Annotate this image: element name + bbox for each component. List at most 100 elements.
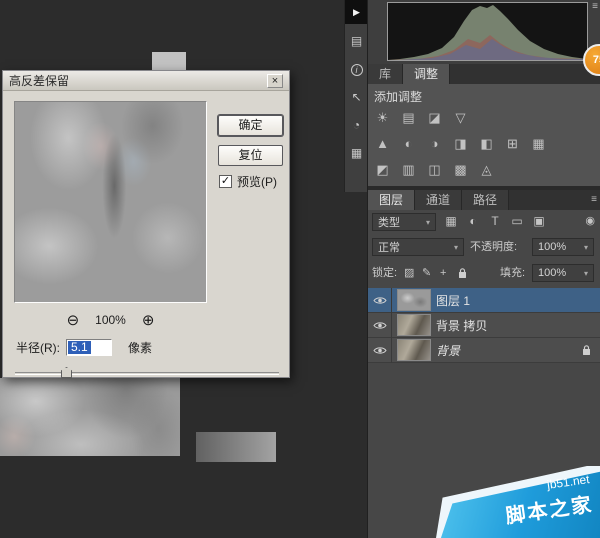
filter-smart-objects-icon[interactable]: ▣ <box>530 214 548 228</box>
zoom-controls: ⊖ 100% ⊕ <box>14 311 207 329</box>
radius-row: 半径(R): 5.1 像素 <box>16 339 152 356</box>
info-panel-icon[interactable]: i <box>345 58 368 80</box>
lock-label: 锁定: <box>372 267 398 279</box>
preview-image <box>15 102 206 302</box>
watermark: jb51.net 脚本之家 <box>436 466 600 538</box>
filter-preview[interactable] <box>14 101 207 303</box>
color-balance-icon[interactable]: ◑ <box>425 134 444 153</box>
filter-toggle-icon[interactable]: ◉ <box>585 214 595 227</box>
close-icon[interactable]: × <box>267 73 283 88</box>
lock-image-icon[interactable]: ✎ <box>422 264 431 282</box>
levels-icon[interactable]: ▤ <box>399 108 418 127</box>
chevron-down-icon: ▾ <box>425 217 430 227</box>
canvas-image-fragment <box>0 378 180 456</box>
preview-checkbox-row[interactable]: ✓ 预览(P) <box>219 173 277 190</box>
clone-source-panel-icon[interactable]: ◔ <box>345 114 368 136</box>
tab-adjustments[interactable]: 调整 <box>403 64 451 84</box>
lock-position-icon[interactable]: + <box>440 264 446 282</box>
layer-comps-panel-icon[interactable]: ▦ <box>345 142 368 164</box>
radius-value: 5.1 <box>68 341 91 354</box>
panel-menu-icon[interactable]: ≡ <box>592 1 598 12</box>
chevron-down-icon: ▾ <box>453 242 458 252</box>
fill-value[interactable]: 100% ▾ <box>532 264 594 282</box>
zoom-in-icon[interactable]: ⊕ <box>142 311 155 329</box>
checkbox-checked-icon[interactable]: ✓ <box>219 175 232 188</box>
opacity-label: 不透明度: <box>470 241 518 253</box>
filter-kind-dropdown[interactable]: 类型 ▾ <box>372 213 436 231</box>
photo-filter-icon[interactable]: ◧ <box>477 134 496 153</box>
exposure-icon[interactable]: ▽ <box>451 108 470 127</box>
ok-button[interactable]: 确定 <box>218 115 283 136</box>
canvas-gradient-fragment <box>196 432 276 462</box>
layer-row[interactable]: 图层 1 <box>368 287 600 313</box>
zoom-out-icon[interactable]: ⊖ <box>67 311 80 329</box>
filter-adjustment-layers-icon[interactable]: ◐ <box>464 214 482 228</box>
high-pass-dialog: 高反差保留 × 确定 复位 ✓ 预览(P) ⊖ 100% ⊕ 半径(R): 5.… <box>2 70 290 378</box>
panel-dock: ▶ ▤ i ↖ ◔ ▦ <box>344 0 368 192</box>
lock-transparency-icon[interactable]: ▨ <box>404 264 414 282</box>
posterize-icon[interactable]: ▥ <box>399 160 418 179</box>
radius-input[interactable]: 5.1 <box>66 339 112 356</box>
badge-value: 75 <box>592 54 600 66</box>
histogram-panel-icon[interactable]: ▤ <box>345 30 368 52</box>
layers-channels-paths-tabbar: 图层 通道 路径 ≡ <box>368 190 600 210</box>
histogram-panel: ≡ <box>368 0 600 64</box>
opacity-value-text: 100% <box>538 241 567 253</box>
curves-icon[interactable]: ◪ <box>425 108 444 127</box>
library-adjustments-tabbar: 库 调整 ≡ <box>368 64 600 84</box>
radius-slider-thumb[interactable] <box>61 367 72 378</box>
tab-layers[interactable]: 图层 <box>368 190 416 210</box>
filter-pixel-layers-icon[interactable]: ▦ <box>442 214 460 228</box>
reset-button[interactable]: 复位 <box>218 145 283 166</box>
filter-type-layers-icon[interactable]: T <box>486 214 504 228</box>
adjustment-icon-row: ☀ ▤ ◪ ▽ <box>373 108 470 127</box>
black-white-icon[interactable]: ◨ <box>451 134 470 153</box>
radius-slider-track[interactable] <box>15 372 279 375</box>
vibrance-icon[interactable]: ▲ <box>373 134 392 153</box>
gradient-map-icon[interactable]: ▩ <box>451 160 470 179</box>
selective-color-icon[interactable]: ◬ <box>477 160 496 179</box>
visibility-toggle[interactable] <box>368 312 392 338</box>
dialog-titlebar[interactable]: 高反差保留 × <box>3 71 289 91</box>
layer-name: 背景 拷贝 <box>436 318 488 333</box>
panel-menu-icon[interactable]: ≡ <box>591 190 597 210</box>
threshold-icon[interactable]: ◫ <box>425 160 444 179</box>
filter-kind-label: 类型 <box>378 217 400 229</box>
eye-icon <box>372 296 387 304</box>
invert-icon[interactable]: ◩ <box>373 160 392 179</box>
eye-icon <box>372 346 387 354</box>
properties-panel-icon[interactable]: ↖ <box>345 86 368 108</box>
canvas-image-fragment <box>152 52 186 70</box>
preview-checkbox-label: 预览(P) <box>237 175 277 189</box>
add-adjustment-label: 添加调整 <box>374 90 423 104</box>
layer-row[interactable]: 背景 <box>368 337 600 363</box>
adjustment-icon-row: ▲ ◐ ◑ ◨ ◧ ⊞ ▦ <box>373 134 548 153</box>
layer-thumbnail[interactable] <box>398 315 430 335</box>
layer-row[interactable]: 背景 拷贝 <box>368 312 600 338</box>
blend-mode-dropdown[interactable]: 正常 ▾ <box>372 238 464 256</box>
play-icon[interactable]: ▶ <box>345 0 368 24</box>
layer-name: 背景 <box>436 343 461 358</box>
histogram-graph <box>388 5 587 60</box>
visibility-toggle[interactable] <box>368 337 392 363</box>
tab-library[interactable]: 库 <box>368 64 404 84</box>
lock-all-icon[interactable] <box>458 264 467 282</box>
channel-mixer-icon[interactable]: ⊞ <box>503 134 522 153</box>
tab-channels[interactable]: 通道 <box>415 190 463 210</box>
layer-lock-icon <box>582 344 591 356</box>
chevron-down-icon: ▾ <box>583 242 588 252</box>
color-lookup-icon[interactable]: ▦ <box>529 134 548 153</box>
layer-name: 图层 1 <box>436 293 471 308</box>
layer-thumbnail[interactable] <box>398 290 430 310</box>
opacity-value[interactable]: 100% ▾ <box>532 238 594 256</box>
hue-saturation-icon[interactable]: ◐ <box>399 134 418 153</box>
filter-shape-layers-icon[interactable]: ▭ <box>508 214 526 228</box>
brightness-contrast-icon[interactable]: ☀ <box>373 108 392 127</box>
visibility-toggle[interactable] <box>368 287 392 313</box>
fill-value-text: 100% <box>538 267 567 279</box>
radius-label: 半径(R): <box>16 341 60 355</box>
layer-thumbnail[interactable] <box>398 340 430 360</box>
tab-paths[interactable]: 路径 <box>462 190 510 210</box>
chevron-down-icon: ▾ <box>583 268 588 278</box>
eye-icon <box>372 321 387 329</box>
